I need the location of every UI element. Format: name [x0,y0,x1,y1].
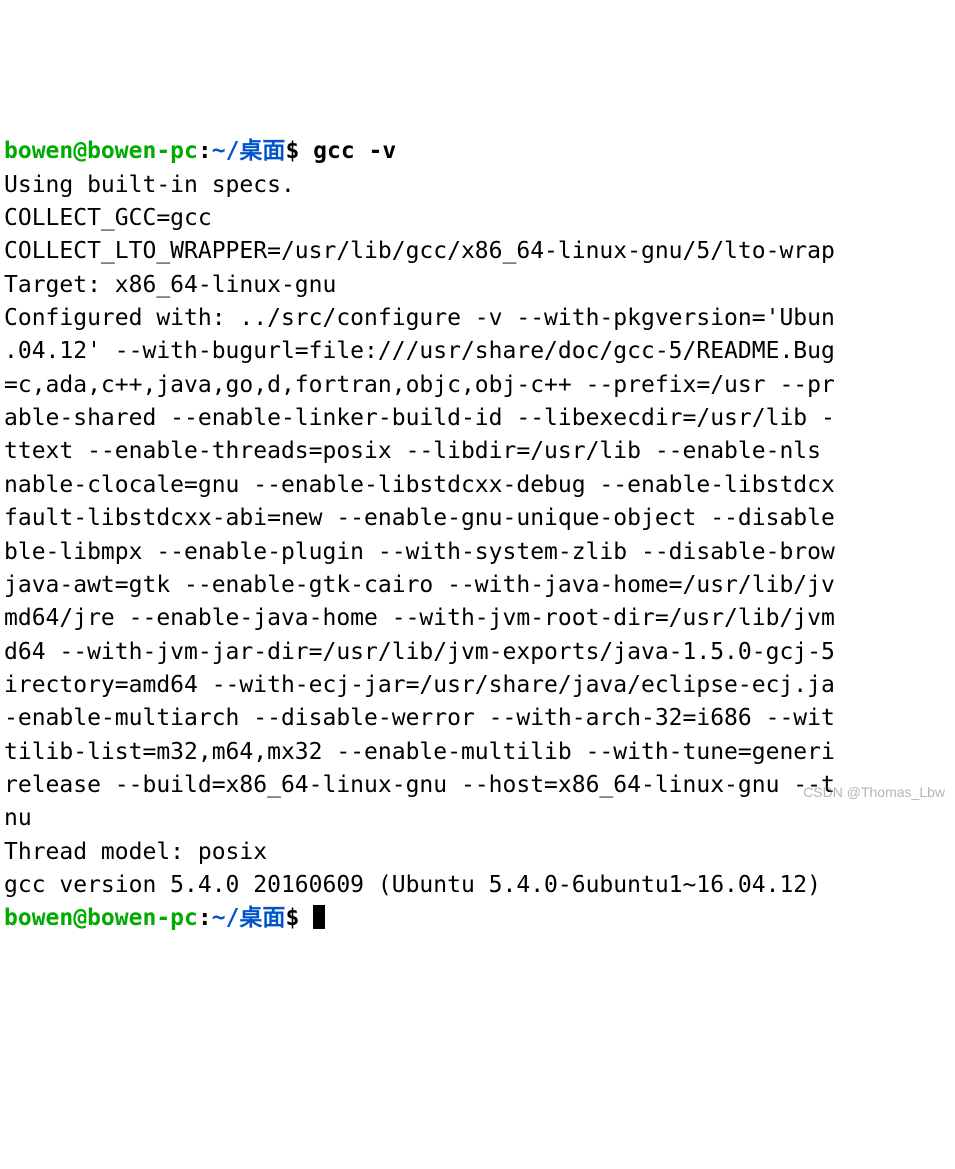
output-line: Target: x86_64-linux-gnu [4,272,336,298]
output-line: nable-clocale=gnu --enable-libstdcxx-deb… [4,472,835,498]
watermark-text: CSDN @Thomas_Lbw [803,782,945,802]
terminal[interactable]: bowen@bowen-pc:~/桌面$ gcc -v Using built-… [4,135,951,935]
command-text: gcc -v [313,138,396,164]
output-line: =c,ada,c++,java,go,d,fortran,objc,obj-c+… [4,372,835,398]
output-line: ttext --enable-threads=posix --libdir=/u… [4,438,835,464]
output-line: nu [4,805,32,831]
output-line: able-shared --enable-linker-build-id --l… [4,405,835,431]
prompt-sep: : [198,138,212,164]
output-line: d64 --with-jvm-jar-dir=/usr/lib/jvm-expo… [4,639,835,665]
output-line: gcc version 5.4.0 20160609 (Ubuntu 5.4.0… [4,872,835,898]
prompt-sep: : [198,905,212,931]
prompt-dollar: $ [285,138,313,164]
output-line: release --build=x86_64-linux-gnu --host=… [4,772,835,798]
output-line: Thread model: posix [4,839,267,865]
output-line: COLLECT_LTO_WRAPPER=/usr/lib/gcc/x86_64-… [4,238,835,264]
output-line: -enable-multiarch --disable-werror --wit… [4,705,835,731]
output-line: Using built-in specs. [4,172,295,198]
prompt-user: bowen@bowen-pc [4,138,198,164]
output-line: irectory=amd64 --with-ecj-jar=/usr/share… [4,672,835,698]
prompt-path: ~/桌面 [212,905,286,931]
output-line: .04.12' --with-bugurl=file:///usr/share/… [4,338,835,364]
output-line: ble-libmpx --enable-plugin --with-system… [4,539,835,565]
output-line: java-awt=gtk --enable-gtk-cairo --with-j… [4,572,835,598]
output-line: Configured with: ../src/configure -v --w… [4,305,835,331]
output-line: fault-libstdcxx-abi=new --enable-gnu-uni… [4,505,835,531]
output-line: COLLECT_GCC=gcc [4,205,212,231]
prompt-path: ~/桌面 [212,138,286,164]
cursor-block [313,905,325,929]
prompt-dollar: $ [285,905,313,931]
prompt-user: bowen@bowen-pc [4,905,198,931]
output-line: tilib-list=m32,m64,mx32 --enable-multili… [4,739,835,765]
output-line: md64/jre --enable-java-home --with-jvm-r… [4,605,835,631]
